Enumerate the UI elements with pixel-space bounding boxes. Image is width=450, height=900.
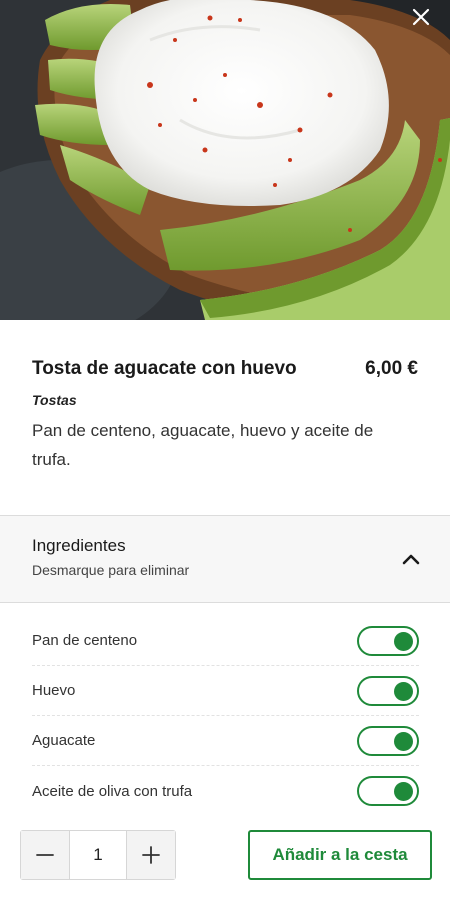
ingredient-name: Aceite de oliva con trufa: [32, 782, 193, 800]
toggle-knob: [394, 731, 413, 751]
ingredient-name: Pan de centeno: [32, 632, 138, 649]
chevron-up-icon[interactable]: [402, 552, 420, 566]
title-row: Tosta de aguacate con huevo 6,00 €: [32, 358, 418, 380]
ingredients-title: Ingredientes: [32, 536, 126, 555]
minus-icon: [36, 854, 54, 856]
product-description: Pan de centeno, aguacate, huevo y aceite…: [32, 421, 374, 469]
product-title: Tosta de aguacate con huevo: [32, 358, 297, 379]
ingredient-toggle[interactable]: [357, 725, 419, 756]
product-image: [0, 0, 450, 320]
toggle-knob: [394, 681, 413, 701]
quantity-stepper: 1: [20, 830, 176, 880]
ingredient-toggle[interactable]: [357, 675, 419, 706]
ingredient-row: Huevo: [32, 666, 419, 716]
ingredients-list: Pan de centeno Huevo Aguacate Aceite de …: [32, 616, 419, 816]
toggle-knob: [394, 782, 413, 801]
ingredient-toggle[interactable]: [357, 625, 419, 656]
ingredients-accordion-header[interactable]: Ingredientes Desmarque para eliminar: [0, 515, 450, 603]
product-price: 6,00 €: [365, 358, 418, 379]
toggle-knob: [394, 631, 413, 651]
add-to-cart-button[interactable]: Añadir a la cesta: [248, 830, 432, 880]
ingredient-row: Pan de centeno: [32, 616, 419, 666]
ingredient-toggle[interactable]: [357, 776, 419, 806]
decrease-quantity-button[interactable]: [21, 831, 69, 879]
close-button[interactable]: [412, 8, 442, 38]
plus-icon: [142, 846, 160, 864]
quantity-value[interactable]: 1: [69, 831, 127, 879]
ingredient-row: Aguacate: [32, 716, 419, 766]
ingredient-name: Aguacate: [32, 732, 96, 749]
close-icon: [412, 8, 430, 26]
ingredient-row: Aceite de oliva con trufa: [32, 766, 419, 816]
ingredient-name: Huevo: [32, 682, 76, 699]
product-category: Tostas: [32, 392, 77, 408]
increase-quantity-button[interactable]: [127, 831, 175, 879]
ingredients-subtitle: Desmarque para eliminar: [32, 562, 190, 578]
product-info: Tosta de aguacate con huevo 6,00 € Tosta…: [0, 320, 450, 515]
product-photo: [0, 0, 450, 320]
